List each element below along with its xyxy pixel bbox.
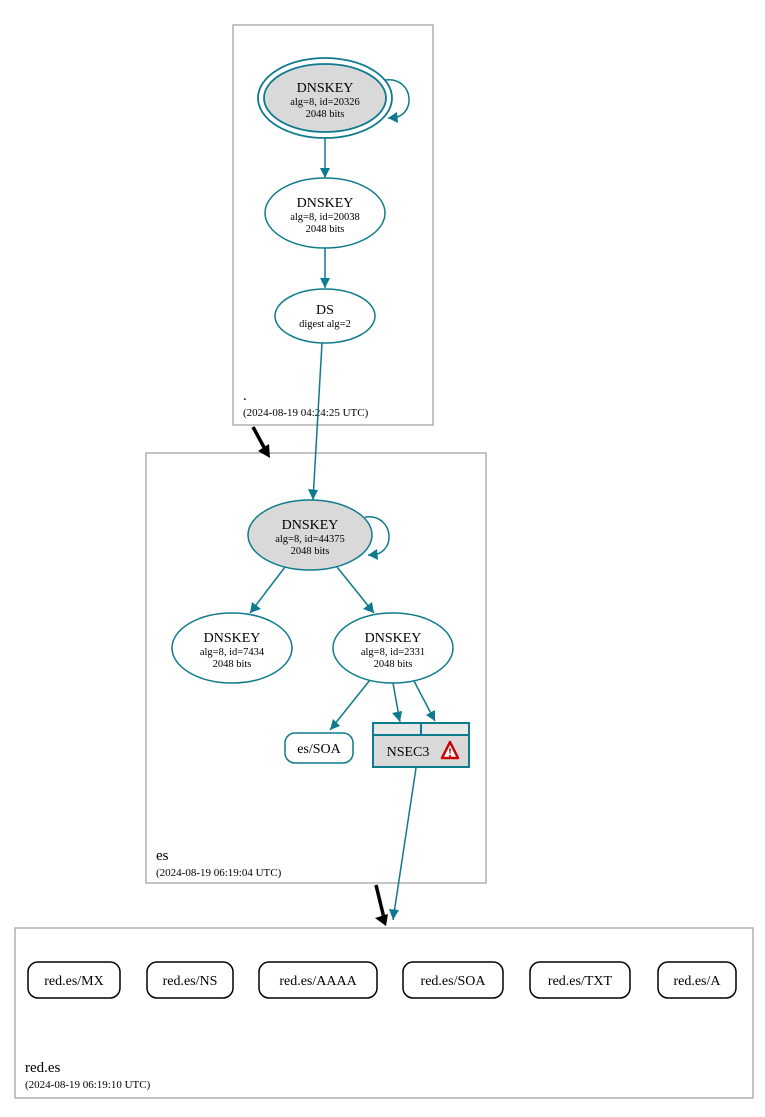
zone-redes-timestamp: (2024-08-19 06:19:10 UTC) xyxy=(25,1079,151,1091)
edge-esksk-zsk1 xyxy=(250,567,285,613)
ds-root: DS digest alg=2 xyxy=(275,289,375,343)
svg-text:red.es/NS: red.es/NS xyxy=(163,974,218,989)
svg-text:alg=8, id=20326: alg=8, id=20326 xyxy=(290,97,360,108)
svg-text:red.es/MX: red.es/MX xyxy=(44,974,104,989)
rr-nsec3: NSEC3 ! xyxy=(373,723,469,767)
svg-text:alg=8, id=20038: alg=8, id=20038 xyxy=(290,212,360,223)
edge-nsec3-redes xyxy=(389,768,416,920)
edge-root-zsk-ds xyxy=(320,248,330,288)
edge-esksk-zsk2 xyxy=(337,567,374,613)
rr-redes-a: red.es/A xyxy=(658,962,736,998)
zone-redes-label: red.es xyxy=(25,1060,61,1076)
edge-zsk2331-nsec3-r xyxy=(414,681,435,721)
zone-root-label: . xyxy=(243,388,247,404)
zone-es-label: es xyxy=(156,848,169,864)
svg-text:NSEC3: NSEC3 xyxy=(387,745,430,760)
svg-text:DS: DS xyxy=(316,303,334,318)
rr-redes-aaaa: red.es/AAAA xyxy=(259,962,377,998)
svg-text:alg=8, id=7434: alg=8, id=7434 xyxy=(200,647,265,658)
edge-zsk2331-nsec3-l xyxy=(392,683,402,722)
rr-es-soa: es/SOA xyxy=(285,733,353,763)
svg-text:DNSKEY: DNSKEY xyxy=(204,631,261,646)
svg-text:DNSKEY: DNSKEY xyxy=(365,631,422,646)
svg-text:2048 bits: 2048 bits xyxy=(291,546,330,557)
dnskey-root-ksk: DNSKEY alg=8, id=20326 2048 bits xyxy=(258,58,409,138)
svg-text:alg=8, id=2331: alg=8, id=2331 xyxy=(361,647,425,658)
svg-text:2048 bits: 2048 bits xyxy=(306,224,345,235)
rr-redes-mx: red.es/MX xyxy=(28,962,120,998)
svg-text:2048 bits: 2048 bits xyxy=(213,659,252,670)
dnskey-es-zsk-2331: DNSKEY alg=8, id=2331 2048 bits xyxy=(333,613,453,683)
edge-zsk2331-essoa xyxy=(330,680,370,730)
svg-text:2048 bits: 2048 bits xyxy=(306,109,345,120)
svg-text:alg=8, id=44375: alg=8, id=44375 xyxy=(275,534,345,545)
svg-text:red.es/AAAA: red.es/AAAA xyxy=(279,974,357,989)
edge-root-ksk-zsk xyxy=(320,138,330,178)
svg-text:red.es/TXT: red.es/TXT xyxy=(548,974,613,989)
rr-redes-soa: red.es/SOA xyxy=(403,962,503,998)
edge-zone-es-redes xyxy=(375,885,388,926)
rr-redes-ns: red.es/NS xyxy=(147,962,233,998)
svg-text:2048 bits: 2048 bits xyxy=(374,659,413,670)
dnskey-es-zsk-7434: DNSKEY alg=8, id=7434 2048 bits xyxy=(172,613,292,683)
svg-text:digest alg=2: digest alg=2 xyxy=(299,319,351,330)
dnskey-root-zsk: DNSKEY alg=8, id=20038 2048 bits xyxy=(265,178,385,248)
zone-es-timestamp: (2024-08-19 06:19:04 UTC) xyxy=(156,867,282,879)
warning-icon-excl: ! xyxy=(448,745,452,760)
zone-root-timestamp: (2024-08-19 04:24:25 UTC) xyxy=(243,407,369,419)
svg-text:red.es/A: red.es/A xyxy=(673,974,721,989)
rr-redes-txt: red.es/TXT xyxy=(530,962,630,998)
svg-text:DNSKEY: DNSKEY xyxy=(282,518,339,533)
dnskey-es-ksk: DNSKEY alg=8, id=44375 2048 bits xyxy=(248,500,389,570)
edge-ds-esksk xyxy=(308,343,322,500)
svg-text:DNSKEY: DNSKEY xyxy=(297,81,354,96)
svg-text:red.es/SOA: red.es/SOA xyxy=(421,974,487,989)
zone-redes: red.es (2024-08-19 06:19:10 UTC) xyxy=(15,928,753,1098)
svg-text:es/SOA: es/SOA xyxy=(297,742,341,757)
svg-text:DNSKEY: DNSKEY xyxy=(297,196,354,211)
